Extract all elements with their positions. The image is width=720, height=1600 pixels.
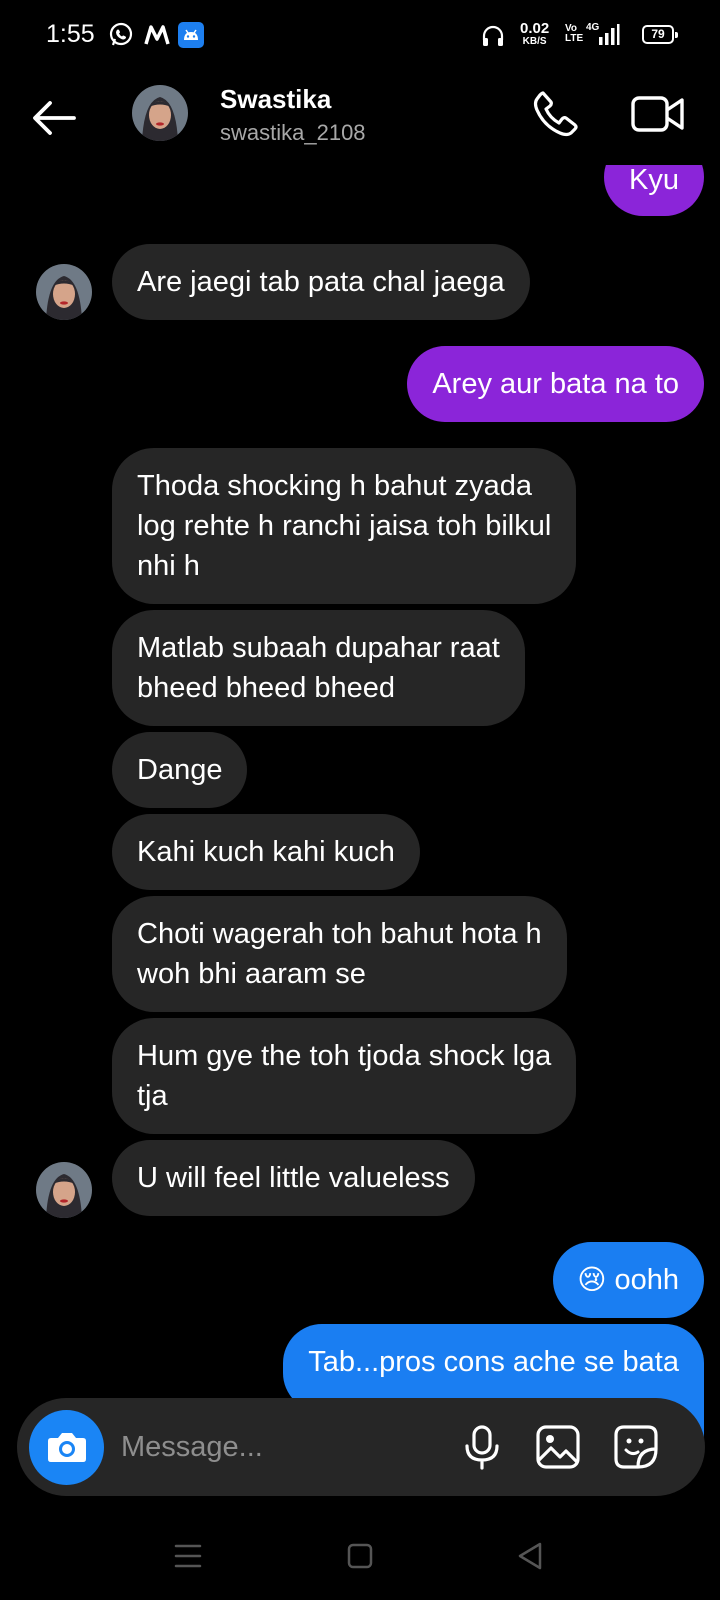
battery-indicator: 79 [642, 25, 678, 44]
message-incoming[interactable]: Choti wagerah toh bahut hota h woh bhi a… [112, 896, 567, 1012]
volte-indicator: Vo LTE [565, 23, 584, 44]
phone-icon[interactable] [530, 88, 582, 140]
message-composer [17, 1398, 705, 1496]
message-incoming[interactable]: Hum gye the toh tjoda shock lga tja [112, 1018, 577, 1134]
back-arrow-icon[interactable] [28, 92, 80, 144]
android-icon [178, 22, 204, 48]
sticker-icon[interactable] [611, 1422, 661, 1472]
contact-username[interactable]: swastika_2108 [220, 120, 366, 146]
message-incoming[interactable]: Matlab subaah dupahar raat bheed bheed b… [112, 610, 525, 726]
system-nav-bar [0, 1512, 720, 1600]
camera-icon [48, 1433, 86, 1462]
signal-icon [599, 24, 620, 45]
chat-header: Swastika swastika_2108 [0, 70, 720, 165]
home-icon[interactable] [340, 1536, 380, 1576]
avatar[interactable] [36, 1162, 92, 1218]
myntra-icon [144, 25, 170, 45]
status-time: 1:55 [46, 20, 95, 48]
message-incoming[interactable]: Kahi kuch kahi kuch [112, 814, 420, 890]
whatsapp-icon [109, 22, 133, 46]
message-incoming[interactable]: Are jaegi tab pata chal jaega [112, 244, 530, 320]
network-speed: 0.02 KB/S [520, 20, 550, 47]
message-incoming[interactable]: U will feel little valueless [112, 1140, 475, 1216]
camera-button[interactable] [29, 1410, 104, 1485]
message-incoming[interactable]: Thoda shocking h bahut zyada log rehte h… [112, 448, 577, 604]
gallery-icon[interactable] [533, 1422, 583, 1472]
message-outgoing[interactable]: Arey aur bata na to [407, 346, 704, 422]
video-camera-icon[interactable] [630, 88, 686, 140]
microphone-icon[interactable] [457, 1422, 507, 1472]
message-outgoing[interactable]: 😢 oohh [553, 1242, 704, 1318]
back-icon[interactable] [510, 1536, 550, 1576]
status-bar: 1:55 0.02 KB/S Vo LTE 4G 79 [0, 0, 720, 70]
recents-icon[interactable] [168, 1536, 208, 1576]
avatar[interactable] [132, 85, 188, 141]
avatar[interactable] [36, 264, 92, 320]
headset-icon [482, 25, 504, 46]
message-input[interactable] [121, 1424, 421, 1470]
crying-emoji-icon: 😢 [577, 1264, 607, 1295]
contact-name[interactable]: Swastika [220, 84, 331, 115]
message-incoming[interactable]: Dange [112, 732, 248, 808]
